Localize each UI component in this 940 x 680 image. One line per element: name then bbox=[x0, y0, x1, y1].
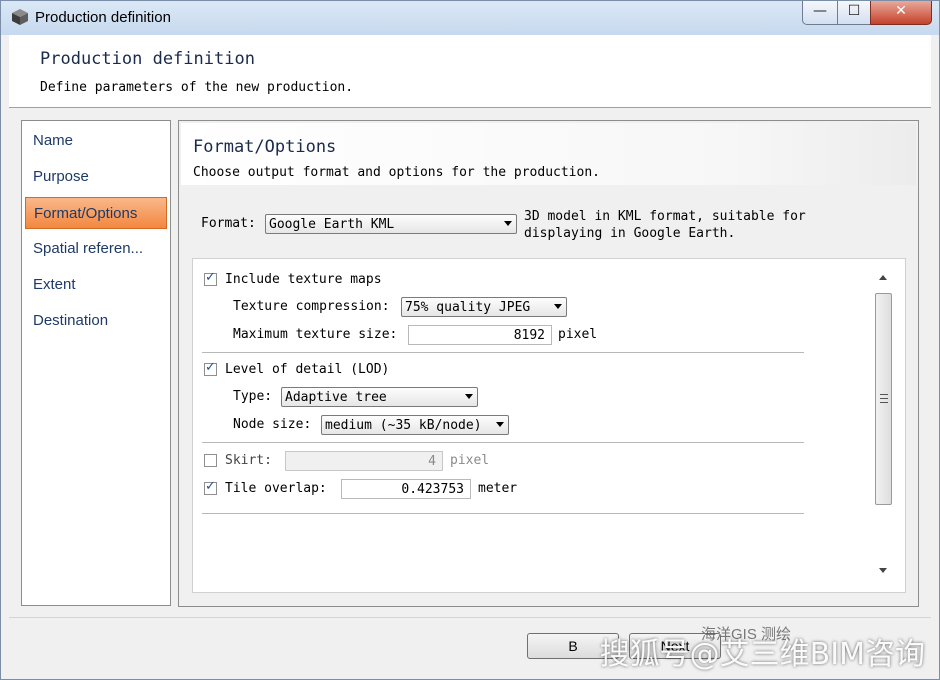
skirt-label: Skirt: bbox=[225, 453, 272, 468]
maximize-icon: ☐ bbox=[847, 3, 861, 19]
format-options-panel: Format/Options Choose output format and … bbox=[178, 120, 919, 607]
max-texture-size-input[interactable]: 8192 bbox=[408, 325, 552, 345]
skirt-unit: pixel bbox=[450, 453, 490, 468]
nav-item-extent[interactable]: Extent bbox=[25, 269, 167, 301]
dropdown-arrow-icon bbox=[504, 221, 512, 226]
close-button[interactable]: ✕ bbox=[870, 1, 932, 25]
skirt-input: 4 bbox=[285, 451, 443, 471]
nav-item-destination[interactable]: Destination bbox=[25, 305, 167, 337]
dropdown-arrow-icon bbox=[554, 304, 562, 309]
maximize-button[interactable]: ☐ bbox=[837, 1, 871, 25]
check-icon: ✓ bbox=[205, 479, 216, 494]
nav-item-purpose[interactable]: Purpose bbox=[25, 161, 167, 193]
check-icon: ✓ bbox=[205, 270, 216, 285]
lod-label: Level of detail (LOD) bbox=[225, 362, 390, 377]
format-select-value: Google Earth KML bbox=[269, 217, 395, 232]
node-size-label: Node size: bbox=[233, 417, 312, 432]
nav-item-spatial-reference[interactable]: Spatial referen... bbox=[25, 233, 167, 265]
nav-item-name[interactable]: Name bbox=[25, 125, 167, 157]
texture-compression-label: Texture compression: bbox=[233, 299, 390, 314]
title-bar[interactable]: Production definition — ☐ ✕ bbox=[1, 1, 939, 35]
texture-compression-value: 75% quality JPEG bbox=[405, 300, 531, 315]
max-texture-size-label: Maximum texture size: bbox=[233, 327, 398, 342]
skirt-checkbox[interactable] bbox=[204, 454, 217, 467]
scroll-up-icon[interactable] bbox=[879, 275, 887, 280]
separator bbox=[202, 352, 804, 353]
production-definition-window: Production definition — ☐ ✕ Production d… bbox=[0, 0, 940, 680]
format-label: Format: bbox=[201, 216, 256, 231]
tile-overlap-label: Tile overlap: bbox=[225, 481, 327, 496]
wizard-title: Production definition bbox=[40, 49, 255, 69]
minimize-button[interactable]: — bbox=[802, 1, 838, 25]
options-panel: ✓ Include texture maps Texture compressi… bbox=[192, 258, 906, 593]
max-texture-size-value: 8192 bbox=[513, 328, 545, 343]
panel-header: Format/Options Choose output format and … bbox=[181, 123, 916, 185]
watermark-text: 搜狐号@艾三维BIM咨询 bbox=[599, 637, 925, 672]
format-description: 3D model in KML format, suitable for dis… bbox=[524, 209, 806, 241]
dropdown-arrow-icon bbox=[465, 394, 473, 399]
tile-overlap-unit: meter bbox=[478, 481, 518, 496]
tile-overlap-checkbox[interactable]: ✓ bbox=[204, 479, 217, 495]
scrollbar-thumb[interactable] bbox=[875, 293, 892, 505]
lod-type-select[interactable]: Adaptive tree bbox=[281, 387, 478, 407]
footer-divider bbox=[9, 617, 931, 618]
close-icon: ✕ bbox=[895, 3, 907, 19]
texture-compression-select[interactable]: 75% quality JPEG bbox=[401, 297, 567, 317]
node-size-value: medium (~35 kB/node) bbox=[325, 418, 482, 433]
separator bbox=[202, 513, 804, 514]
lod-checkbox[interactable]: ✓ bbox=[204, 360, 217, 376]
format-select[interactable]: Google Earth KML bbox=[265, 214, 517, 234]
cube-app-icon bbox=[12, 9, 28, 25]
wizard-subtitle: Define parameters of the new production. bbox=[40, 80, 354, 95]
max-texture-size-unit: pixel bbox=[558, 327, 598, 342]
check-icon: ✓ bbox=[205, 360, 216, 375]
options-scrollbar[interactable] bbox=[875, 269, 892, 579]
dropdown-arrow-icon bbox=[496, 422, 504, 427]
panel-title: Format/Options bbox=[193, 137, 337, 157]
tile-overlap-value: 0.423753 bbox=[401, 482, 464, 497]
lod-type-value: Adaptive tree bbox=[285, 390, 387, 405]
panel-subtitle: Choose output format and options for the… bbox=[193, 165, 600, 180]
wizard-header: Production definition Define parameters … bbox=[9, 35, 931, 108]
grip-icon bbox=[880, 394, 888, 403]
wizard-step-list: Name Purpose Format/Options Spatial refe… bbox=[21, 120, 171, 606]
tile-overlap-input[interactable]: 0.423753 bbox=[341, 479, 471, 499]
lod-type-label: Type: bbox=[233, 389, 273, 404]
minimize-icon: — bbox=[813, 3, 827, 19]
node-size-select[interactable]: medium (~35 kB/node) bbox=[321, 415, 509, 435]
scroll-down-icon[interactable] bbox=[879, 568, 887, 573]
include-texture-checkbox[interactable]: ✓ bbox=[204, 270, 217, 286]
window-title: Production definition bbox=[35, 9, 171, 26]
skirt-value: 4 bbox=[428, 454, 436, 469]
separator bbox=[202, 442, 804, 443]
nav-item-format-options[interactable]: Format/Options bbox=[25, 197, 167, 229]
include-texture-label: Include texture maps bbox=[225, 272, 382, 287]
